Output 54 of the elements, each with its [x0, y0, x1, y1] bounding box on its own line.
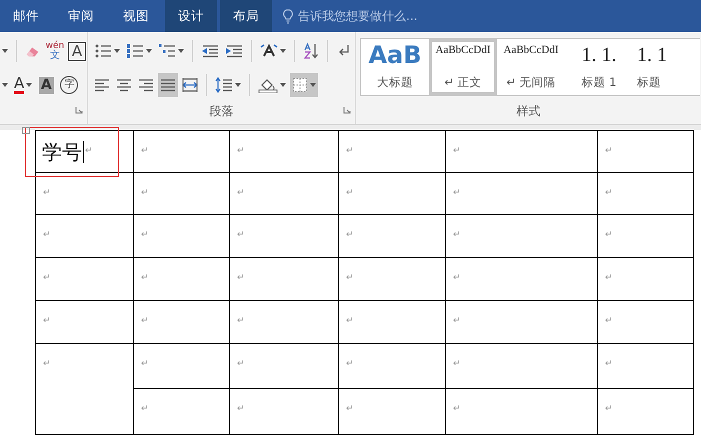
table-cell[interactable]: ↵ — [446, 344, 598, 388]
enclose-character-button[interactable]: 字 — [58, 73, 80, 97]
table-cell[interactable]: ↵ — [338, 388, 446, 434]
table-cell[interactable]: ↵ — [36, 258, 134, 300]
table-cell[interactable]: 学号↵ — [36, 130, 134, 172]
table-cell[interactable]: ↵ — [230, 300, 338, 344]
table-cell[interactable]: ↵ — [598, 300, 694, 344]
font-color-button[interactable]: A — [12, 73, 34, 97]
table-cell[interactable]: ↵ — [446, 214, 598, 258]
table-cell[interactable]: ↵ — [598, 258, 694, 300]
table-cell[interactable]: ↵ — [446, 258, 598, 300]
table-cell[interactable]: ↵ — [134, 172, 230, 214]
table-cell[interactable]: ↵ — [446, 130, 598, 172]
table-cell[interactable]: ↵ — [134, 344, 230, 388]
table-cell[interactable]: ↵ — [134, 388, 230, 434]
table-cell[interactable]: ↵ — [598, 172, 694, 214]
style-item[interactable]: AaBbCcDdI ↵ 正文 — [429, 39, 497, 95]
table-cell[interactable]: ↵ — [446, 388, 598, 434]
search-field[interactable]: 告诉我您想要做什么... — [283, 0, 418, 32]
table-cell[interactable]: ↵ — [230, 258, 338, 300]
table-cell[interactable]: ↵ — [338, 344, 446, 388]
group-label: 段落 — [208, 103, 234, 120]
table-cell[interactable]: ↵ — [446, 300, 598, 344]
table-cell[interactable]: ↵ — [338, 130, 446, 172]
ribbon-tab[interactable]: 布局 — [220, 0, 272, 32]
table-cell[interactable]: ↵ — [598, 344, 694, 388]
table-cell[interactable]: ↵ — [36, 300, 134, 344]
table-cell[interactable]: ↵ — [230, 214, 338, 258]
table-cell[interactable]: ↵ — [36, 172, 134, 214]
ribbon-tab[interactable]: 审阅 — [55, 0, 107, 32]
table-cell[interactable]: ↵ — [134, 130, 230, 172]
ribbon-tab[interactable]: 视图 — [110, 0, 162, 32]
table-cell[interactable]: ↵ — [598, 388, 694, 434]
table-cell[interactable]: ↵ — [230, 172, 338, 214]
table-cell[interactable]: ↵ — [134, 300, 230, 344]
table-cell[interactable]: ↵ — [230, 344, 338, 388]
table-cell[interactable]: ↵ — [598, 130, 694, 172]
table-cell[interactable]: ↵ — [36, 344, 134, 434]
table-cell[interactable]: ↵ — [36, 214, 134, 258]
ribbon-tab[interactable]: 设计 — [165, 0, 217, 32]
ribbon-tab[interactable]: 邮件 — [0, 0, 52, 32]
table-cell[interactable]: ↵ — [598, 214, 694, 258]
phonetic-guide-button[interactable]: wén 文 — [44, 39, 65, 63]
character-border-button[interactable]: A — [67, 39, 87, 63]
group-label: 样式 — [516, 103, 542, 120]
table-cell[interactable]: ↵ — [134, 214, 230, 258]
table-cell[interactable]: ↵ — [338, 172, 446, 214]
table-cell[interactable]: ↵ — [338, 300, 446, 344]
table-cell[interactable]: ↵ — [338, 214, 446, 258]
table-cell[interactable]: ↵ — [230, 388, 338, 434]
table-cell[interactable]: ↵ — [446, 172, 598, 214]
table-cell[interactable]: ↵ — [338, 258, 446, 300]
table-cell[interactable]: ↵ — [134, 258, 230, 300]
table-cell[interactable]: ↵ — [230, 130, 338, 172]
